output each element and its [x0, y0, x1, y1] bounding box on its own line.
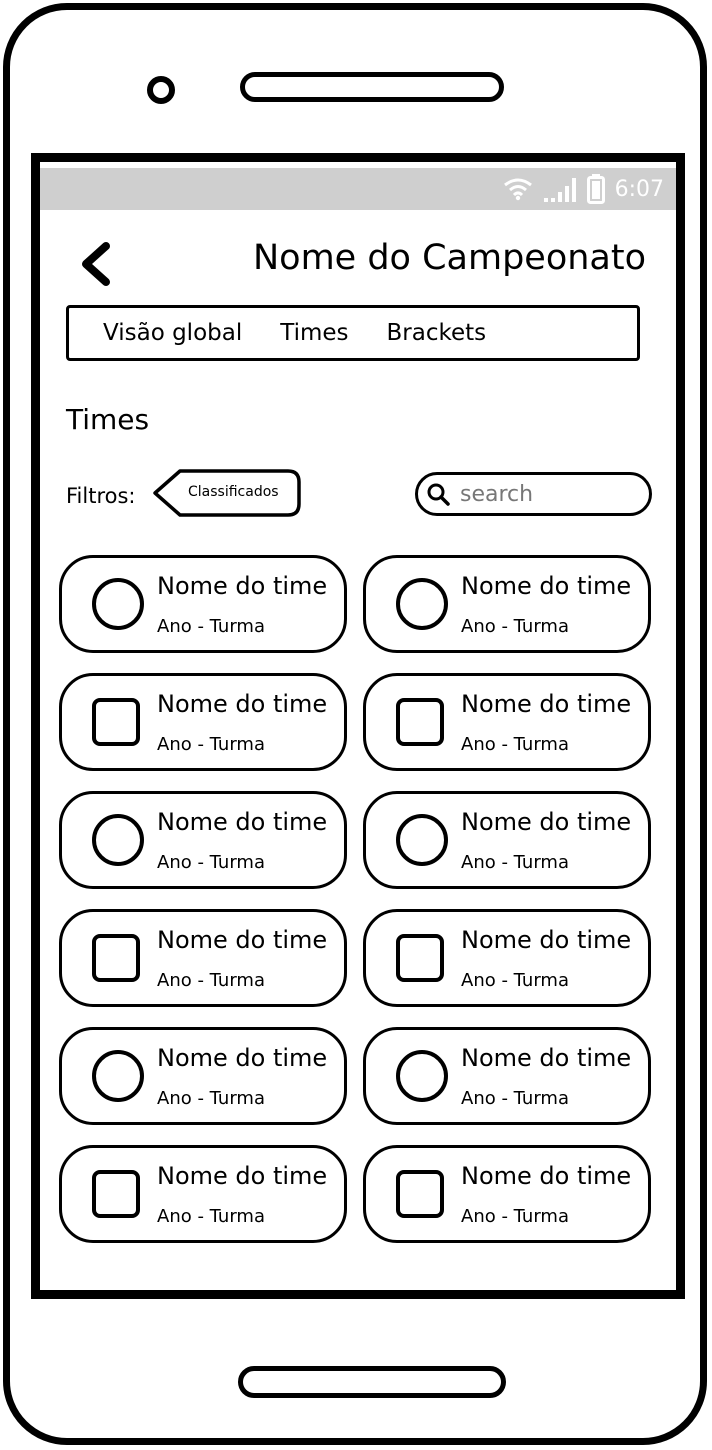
team-card[interactable]: Nome do time Ano - Turma [363, 673, 651, 771]
phone-screen: 6:07 Nome do Campeonato Visão global Tim… [31, 153, 685, 1299]
team-card[interactable]: Nome do time Ano - Turma [363, 791, 651, 889]
team-card[interactable]: Nome do time Ano - Turma [363, 909, 651, 1007]
team-card[interactable]: Nome do time Ano - Turma [363, 555, 651, 653]
team-name: Nome do time [157, 572, 328, 600]
team-avatar-circle [396, 1050, 448, 1102]
home-button[interactable] [238, 1366, 506, 1398]
team-avatar-circle [92, 1050, 144, 1102]
team-avatar-circle [92, 578, 144, 630]
search-box[interactable] [415, 472, 652, 516]
team-name: Nome do time [157, 926, 328, 954]
speaker-grille [240, 72, 504, 102]
team-subtitle: Ano - Turma [461, 852, 569, 873]
team-avatar-square [92, 698, 140, 746]
status-bar: 6:07 [40, 168, 676, 210]
team-subtitle: Ano - Turma [157, 852, 265, 873]
team-name: Nome do time [157, 690, 328, 718]
team-subtitle: Ano - Turma [461, 616, 569, 637]
team-card[interactable]: Nome do time Ano - Turma [363, 1145, 651, 1243]
team-name: Nome do time [461, 1044, 632, 1072]
team-card[interactable]: Nome do time Ano - Turma [59, 791, 347, 889]
signal-icon [543, 178, 576, 202]
team-avatar-square [92, 934, 140, 982]
tab-bar: Visão global Times Brackets [66, 305, 640, 361]
team-card[interactable]: Nome do time Ano - Turma [59, 1145, 347, 1243]
team-subtitle: Ano - Turma [461, 1088, 569, 1109]
search-input[interactable] [460, 481, 630, 507]
team-avatar-circle [396, 814, 448, 866]
team-name: Nome do time [461, 808, 632, 836]
team-name: Nome do time [157, 1044, 328, 1072]
team-card[interactable]: Nome do time Ano - Turma [59, 1027, 347, 1125]
page-title: Nome do Campeonato [252, 238, 646, 278]
wifi-icon [503, 178, 532, 201]
team-name: Nome do time [157, 1162, 328, 1190]
teams-grid: Nome do time Ano - Turma Nome do time An… [59, 555, 655, 1243]
team-avatar-circle [396, 578, 448, 630]
team-subtitle: Ano - Turma [461, 1206, 569, 1227]
team-subtitle: Ano - Turma [157, 1206, 265, 1227]
team-subtitle: Ano - Turma [461, 970, 569, 991]
team-name: Nome do time [461, 572, 632, 600]
team-avatar-square [396, 1170, 444, 1218]
camera-icon [147, 76, 175, 104]
status-time: 6:07 [614, 176, 664, 202]
search-icon [427, 483, 450, 506]
team-subtitle: Ano - Turma [461, 734, 569, 755]
team-subtitle: Ano - Turma [157, 970, 265, 991]
team-subtitle: Ano - Turma [157, 734, 265, 755]
filters-label: Filtros: [66, 484, 136, 508]
back-button[interactable] [76, 240, 116, 288]
team-card[interactable]: Nome do time Ano - Turma [363, 1027, 651, 1125]
tab-times[interactable]: Times [280, 320, 348, 346]
team-name: Nome do time [461, 1162, 632, 1190]
team-subtitle: Ano - Turma [157, 616, 265, 637]
tab-visao-global[interactable]: Visão global [103, 320, 242, 346]
team-avatar-square [92, 1170, 140, 1218]
team-name: Nome do time [157, 808, 328, 836]
tab-brackets[interactable]: Brackets [387, 320, 487, 346]
battery-icon [586, 174, 605, 204]
team-avatar-square [396, 698, 444, 746]
team-avatar-circle [92, 814, 144, 866]
team-card[interactable]: Nome do time Ano - Turma [59, 909, 347, 1007]
team-card[interactable]: Nome do time Ano - Turma [59, 673, 347, 771]
team-avatar-square [396, 934, 444, 982]
team-card[interactable]: Nome do time Ano - Turma [59, 555, 347, 653]
team-subtitle: Ano - Turma [157, 1088, 265, 1109]
team-name: Nome do time [461, 926, 632, 954]
team-name: Nome do time [461, 690, 632, 718]
section-title: Times [66, 403, 150, 436]
chevron-left-icon [82, 242, 110, 286]
filter-chip-classificados[interactable]: Classificados [188, 484, 279, 500]
